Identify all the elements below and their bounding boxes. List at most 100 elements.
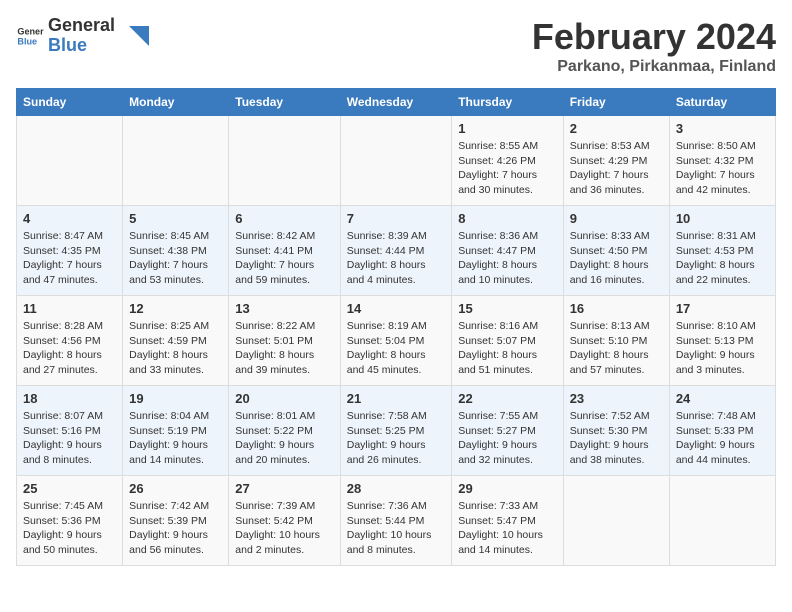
day-number: 29 xyxy=(458,481,556,496)
day-info: Sunrise: 8:53 AM Sunset: 4:29 PM Dayligh… xyxy=(570,139,663,198)
day-info: Sunrise: 8:22 AM Sunset: 5:01 PM Dayligh… xyxy=(235,319,333,378)
logo-triangle-icon xyxy=(119,21,149,51)
calendar-cell xyxy=(669,476,775,566)
weekday-header-tuesday: Tuesday xyxy=(229,89,340,116)
calendar-cell: 26 Sunrise: 7:42 AM Sunset: 5:39 PM Dayli… xyxy=(123,476,229,566)
calendar-cell: 10Sunrise: 8:31 AM Sunset: 4:53 PM Dayli… xyxy=(669,206,775,296)
calendar-cell xyxy=(229,116,340,206)
calendar-week-row: 25 Sunrise: 7:45 AM Sunset: 5:36 PM Dayli… xyxy=(17,476,776,566)
day-number: 27 xyxy=(235,481,333,496)
calendar-cell: 3Sunrise: 8:50 AM Sunset: 4:32 PM Daylig… xyxy=(669,116,775,206)
calendar-cell: 29 Sunrise: 7:33 AM Sunset: 5:47 PM Dayli… xyxy=(452,476,563,566)
day-info: Sunrise: 8:01 AM Sunset: 5:22 PM Dayligh… xyxy=(235,409,333,468)
day-number: 18 xyxy=(23,391,116,406)
day-number: 26 xyxy=(129,481,222,496)
calendar-cell xyxy=(17,116,123,206)
calendar-table: SundayMondayTuesdayWednesdayThursdayFrid… xyxy=(16,88,776,566)
day-info: Sunrise: 8:55 AM Sunset: 4:26 PM Dayligh… xyxy=(458,139,556,198)
day-info: Sunrise: 7:33 AM Sunset: 5:47 PM Dayligh… xyxy=(458,499,556,558)
calendar-cell: 8 Sunrise: 8:36 AM Sunset: 4:47 PM Daylig… xyxy=(452,206,563,296)
day-info: Sunrise: 8:31 AM Sunset: 4:53 PM Dayligh… xyxy=(676,229,769,288)
calendar-week-row: 11Sunrise: 8:28 AM Sunset: 4:56 PM Dayli… xyxy=(17,296,776,386)
day-info: Sunrise: 7:48 AM Sunset: 5:33 PM Dayligh… xyxy=(676,409,769,468)
calendar-cell: 17 Sunrise: 8:10 AM Sunset: 5:13 PM Dayli… xyxy=(669,296,775,386)
calendar-cell: 22 Sunrise: 7:55 AM Sunset: 5:27 PM Dayli… xyxy=(452,386,563,476)
day-info: Sunrise: 7:45 AM Sunset: 5:36 PM Dayligh… xyxy=(23,499,116,558)
day-number: 23 xyxy=(570,391,663,406)
calendar-cell xyxy=(123,116,229,206)
page-title: February 2024 xyxy=(532,16,776,58)
weekday-header-saturday: Saturday xyxy=(669,89,775,116)
day-info: Sunrise: 8:42 AM Sunset: 4:41 PM Dayligh… xyxy=(235,229,333,288)
calendar-cell: 15Sunrise: 8:16 AM Sunset: 5:07 PM Dayli… xyxy=(452,296,563,386)
day-number: 19 xyxy=(129,391,222,406)
day-number: 24 xyxy=(676,391,769,406)
calendar-cell: 6 Sunrise: 8:42 AM Sunset: 4:41 PM Daylig… xyxy=(229,206,340,296)
day-info: Sunrise: 8:07 AM Sunset: 5:16 PM Dayligh… xyxy=(23,409,116,468)
day-info: Sunrise: 8:33 AM Sunset: 4:50 PM Dayligh… xyxy=(570,229,663,288)
calendar-cell: 11Sunrise: 8:28 AM Sunset: 4:56 PM Dayli… xyxy=(17,296,123,386)
calendar-cell: 1 Sunrise: 8:55 AM Sunset: 4:26 PM Daylig… xyxy=(452,116,563,206)
day-info: Sunrise: 7:36 AM Sunset: 5:44 PM Dayligh… xyxy=(347,499,445,558)
day-number: 1 xyxy=(458,121,556,136)
logo-general: General xyxy=(48,16,115,36)
calendar-cell: 27 Sunrise: 7:39 AM Sunset: 5:42 PM Dayli… xyxy=(229,476,340,566)
calendar-cell: 28 Sunrise: 7:36 AM Sunset: 5:44 PM Dayli… xyxy=(340,476,451,566)
calendar-cell: 16 Sunrise: 8:13 AM Sunset: 5:10 PM Dayli… xyxy=(563,296,669,386)
day-number: 9 xyxy=(570,211,663,226)
day-number: 22 xyxy=(458,391,556,406)
day-info: Sunrise: 7:58 AM Sunset: 5:25 PM Dayligh… xyxy=(347,409,445,468)
day-info: Sunrise: 8:25 AM Sunset: 4:59 PM Dayligh… xyxy=(129,319,222,378)
day-info: Sunrise: 8:10 AM Sunset: 5:13 PM Dayligh… xyxy=(676,319,769,378)
day-info: Sunrise: 8:13 AM Sunset: 5:10 PM Dayligh… xyxy=(570,319,663,378)
calendar-week-row: 18 Sunrise: 8:07 AM Sunset: 5:16 PM Dayli… xyxy=(17,386,776,476)
weekday-header-thursday: Thursday xyxy=(452,89,563,116)
svg-text:Blue: Blue xyxy=(17,36,37,46)
day-info: Sunrise: 7:55 AM Sunset: 5:27 PM Dayligh… xyxy=(458,409,556,468)
calendar-cell: 20 Sunrise: 8:01 AM Sunset: 5:22 PM Dayli… xyxy=(229,386,340,476)
weekday-header-sunday: Sunday xyxy=(17,89,123,116)
svg-text:General: General xyxy=(17,26,44,36)
logo: General Blue General Blue xyxy=(16,16,149,56)
day-number: 20 xyxy=(235,391,333,406)
day-info: Sunrise: 7:39 AM Sunset: 5:42 PM Dayligh… xyxy=(235,499,333,558)
header-area: General Blue General Blue February 2024 … xyxy=(16,16,776,76)
day-info: Sunrise: 8:45 AM Sunset: 4:38 PM Dayligh… xyxy=(129,229,222,288)
calendar-cell xyxy=(340,116,451,206)
calendar-cell: 2Sunrise: 8:53 AM Sunset: 4:29 PM Daylig… xyxy=(563,116,669,206)
day-info: Sunrise: 7:52 AM Sunset: 5:30 PM Dayligh… xyxy=(570,409,663,468)
calendar-week-row: 4Sunrise: 8:47 AM Sunset: 4:35 PM Daylig… xyxy=(17,206,776,296)
day-number: 6 xyxy=(235,211,333,226)
title-area: February 2024 Parkano, Pirkanmaa, Finlan… xyxy=(532,16,776,76)
day-number: 28 xyxy=(347,481,445,496)
day-number: 17 xyxy=(676,301,769,316)
weekday-header-monday: Monday xyxy=(123,89,229,116)
day-number: 21 xyxy=(347,391,445,406)
day-number: 16 xyxy=(570,301,663,316)
logo-icon: General Blue xyxy=(16,22,44,50)
calendar-cell: 4Sunrise: 8:47 AM Sunset: 4:35 PM Daylig… xyxy=(17,206,123,296)
day-info: Sunrise: 8:19 AM Sunset: 5:04 PM Dayligh… xyxy=(347,319,445,378)
weekday-header-wednesday: Wednesday xyxy=(340,89,451,116)
calendar-cell: 24 Sunrise: 7:48 AM Sunset: 5:33 PM Dayli… xyxy=(669,386,775,476)
day-info: Sunrise: 8:36 AM Sunset: 4:47 PM Dayligh… xyxy=(458,229,556,288)
calendar-header-row: SundayMondayTuesdayWednesdayThursdayFrid… xyxy=(17,89,776,116)
day-number: 12 xyxy=(129,301,222,316)
calendar-cell: 12 Sunrise: 8:25 AM Sunset: 4:59 PM Dayli… xyxy=(123,296,229,386)
calendar-cell: 23 Sunrise: 7:52 AM Sunset: 5:30 PM Dayli… xyxy=(563,386,669,476)
day-number: 13 xyxy=(235,301,333,316)
day-number: 5 xyxy=(129,211,222,226)
day-number: 8 xyxy=(458,211,556,226)
calendar-cell xyxy=(563,476,669,566)
day-info: Sunrise: 8:16 AM Sunset: 5:07 PM Dayligh… xyxy=(458,319,556,378)
day-info: Sunrise: 7:42 AM Sunset: 5:39 PM Dayligh… xyxy=(129,499,222,558)
day-info: Sunrise: 8:39 AM Sunset: 4:44 PM Dayligh… xyxy=(347,229,445,288)
day-info: Sunrise: 8:04 AM Sunset: 5:19 PM Dayligh… xyxy=(129,409,222,468)
calendar-cell: 9 Sunrise: 8:33 AM Sunset: 4:50 PM Daylig… xyxy=(563,206,669,296)
day-number: 14 xyxy=(347,301,445,316)
day-number: 3 xyxy=(676,121,769,136)
day-number: 25 xyxy=(23,481,116,496)
calendar-cell: 25 Sunrise: 7:45 AM Sunset: 5:36 PM Dayli… xyxy=(17,476,123,566)
calendar-cell: 21 Sunrise: 7:58 AM Sunset: 5:25 PM Dayli… xyxy=(340,386,451,476)
day-number: 7 xyxy=(347,211,445,226)
